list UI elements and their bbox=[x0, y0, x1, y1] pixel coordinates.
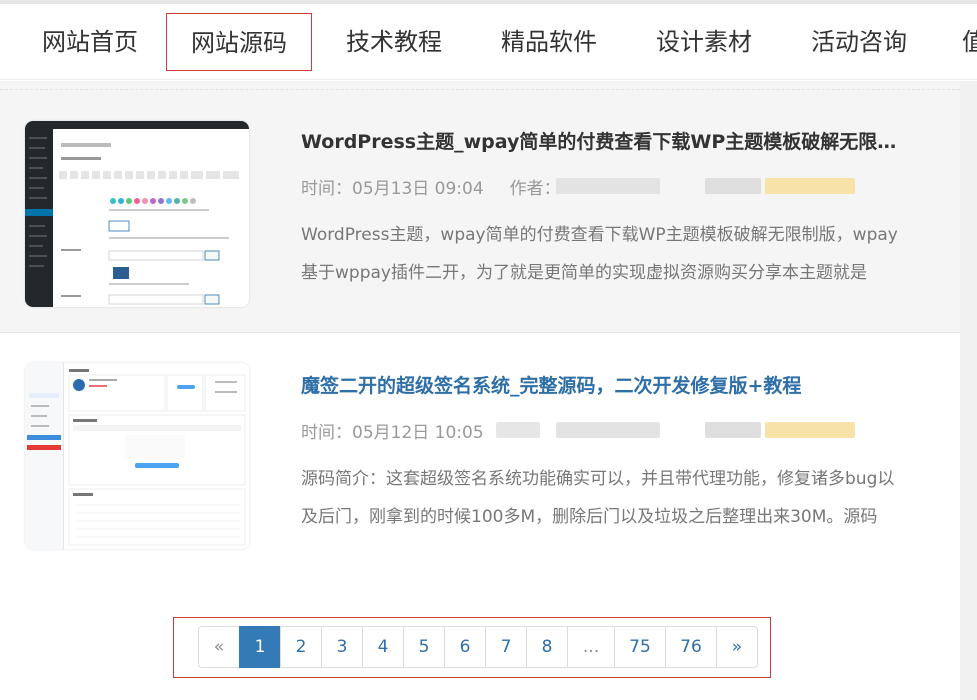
blurred-author bbox=[496, 422, 540, 438]
nav-item-tutorials[interactable]: 技术教程 bbox=[332, 13, 456, 71]
blurred-meta bbox=[556, 422, 660, 438]
post-item: WordPress主题_wpay简单的付费查看下载WP主题模板破解无限制版 时间… bbox=[0, 90, 960, 333]
page-ellipsis: ... bbox=[567, 626, 615, 668]
nav-item-home[interactable]: 网站首页 bbox=[28, 13, 152, 71]
dashboard-screenshot bbox=[25, 363, 249, 549]
blurred-meta bbox=[705, 422, 761, 438]
post-item: 魔签二开的超级签名系统_完整源码，二次开发修复版+教程 时间：05月12日 10… bbox=[0, 334, 960, 577]
blurred-author bbox=[556, 178, 660, 194]
page-button-75[interactable]: 75 bbox=[614, 626, 666, 668]
nav-item-software[interactable]: 精品软件 bbox=[487, 13, 611, 71]
post-description: 源码简介：这套超级签名系统功能确实可以，并且带代理功能，修复诸多bug以及后门，… bbox=[301, 469, 895, 527]
blurred-meta bbox=[765, 422, 855, 438]
nav-item-source-code[interactable]: 网站源码 bbox=[166, 13, 312, 71]
page-button-1[interactable]: 1 bbox=[239, 626, 281, 668]
blurred-meta bbox=[765, 178, 855, 194]
post-thumbnail[interactable] bbox=[25, 363, 249, 549]
post-meta: 时间：05月13日 09:04 作者： bbox=[301, 174, 587, 199]
page-button-4[interactable]: 4 bbox=[362, 626, 404, 668]
blurred-meta bbox=[705, 178, 761, 194]
scrollbar[interactable] bbox=[960, 81, 977, 700]
next-page-button[interactable]: » bbox=[716, 626, 758, 668]
post-time: 时间：05月12日 10:05 bbox=[301, 423, 484, 443]
post-description: WordPress主题，wpay简单的付费查看下载WP主题模板破解无限制版，wp… bbox=[301, 225, 898, 283]
page-button-3[interactable]: 3 bbox=[321, 626, 363, 668]
nav-item-events[interactable]: 活动咨询 bbox=[797, 13, 921, 71]
prev-page-button[interactable]: « bbox=[198, 626, 240, 668]
page-button-7[interactable]: 7 bbox=[485, 626, 527, 668]
wp-admin-screenshot bbox=[25, 121, 249, 307]
page-button-8[interactable]: 8 bbox=[526, 626, 568, 668]
nav-item-more[interactable]: 值 bbox=[962, 13, 977, 71]
pagination: « 1 2 3 4 5 6 7 8 ... 75 76 » bbox=[198, 626, 758, 668]
nav-item-design[interactable]: 设计素材 bbox=[642, 13, 766, 71]
page-button-76[interactable]: 76 bbox=[665, 626, 717, 668]
post-time: 时间：05月13日 09:04 bbox=[301, 179, 484, 199]
divider bbox=[0, 81, 960, 90]
main-nav: 网站首页 网站源码 技术教程 精品软件 设计素材 活动咨询 值 bbox=[0, 4, 977, 80]
post-author-label: 作者： bbox=[509, 179, 561, 199]
page-button-6[interactable]: 6 bbox=[444, 626, 486, 668]
post-title[interactable]: WordPress主题_wpay简单的付费查看下载WP主题模板破解无限制版 bbox=[301, 127, 911, 154]
post-meta: 时间：05月12日 10:05 bbox=[301, 418, 510, 443]
post-thumbnail[interactable] bbox=[25, 121, 249, 307]
page-button-2[interactable]: 2 bbox=[280, 626, 322, 668]
page-button-5[interactable]: 5 bbox=[403, 626, 445, 668]
post-title[interactable]: 魔签二开的超级签名系统_完整源码，二次开发修复版+教程 bbox=[301, 371, 911, 398]
